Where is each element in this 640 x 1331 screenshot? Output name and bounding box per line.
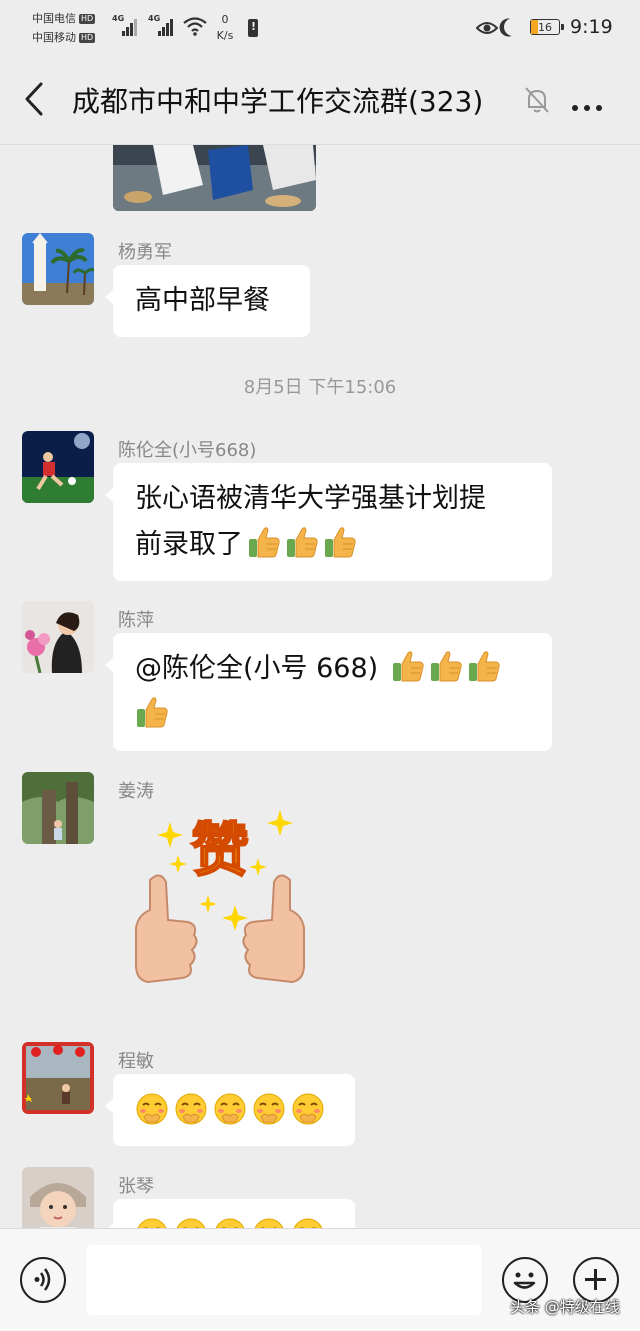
thumbs-up-icon <box>323 525 357 559</box>
thumbs-up-icon <box>391 649 425 683</box>
message-bubble[interactable] <box>105 1199 355 1228</box>
chat-header: 成都市中和中学工作交流群(323) <box>0 56 640 145</box>
signal-icon: 4G <box>148 14 174 36</box>
thumbs-up-icon <box>285 525 319 559</box>
sender-name: 程敏 <box>118 1051 154 1072</box>
face-emoji-icon <box>252 1217 286 1228</box>
face-emoji-icon <box>135 1217 169 1228</box>
wifi-icon <box>183 17 207 36</box>
message-text: 前录取了 <box>135 529 243 560</box>
message-input[interactable] <box>86 1245 482 1315</box>
status-bar: 中国电信HD 中国移动HD 4G 4G 0K/s 16 9:19 <box>0 0 640 56</box>
timestamp: 8月5日 下午15:06 <box>243 377 397 398</box>
photo-message[interactable] <box>113 145 316 211</box>
bell-off-icon <box>525 87 549 113</box>
avatar[interactable] <box>22 233 94 305</box>
chat-title: 成都市中和中学工作交流群(323) <box>72 85 484 118</box>
more-dots-icon[interactable] <box>572 96 608 115</box>
like-sticker[interactable]: 赞 <box>130 810 310 1020</box>
sender-name: 杨勇军 <box>118 242 172 263</box>
sender-name: 姜涛 <box>118 781 154 802</box>
message-text: 高中部早餐 <box>135 285 270 316</box>
watermark: 头条 @特级在线 <box>510 1298 620 1316</box>
message-bubble[interactable] <box>105 1074 355 1146</box>
avatar[interactable] <box>22 772 94 844</box>
message-bubble[interactable]: @陈伦全(小号 668) <box>105 633 552 751</box>
thumbs-up-icon <box>135 695 169 729</box>
face-emoji-icon <box>291 1217 325 1228</box>
message-list[interactable]: 杨勇军 高中部早餐 8月5日 下午15:06 陈伦全(小号668) 张心语被清华… <box>0 145 640 1228</box>
sticker-text: 赞 <box>191 816 249 884</box>
clock: 9:19 <box>570 16 613 38</box>
photo-thumbnail <box>113 145 316 211</box>
sender-name: 陈萍 <box>118 610 154 631</box>
message-bubble[interactable]: 张心语被清华大学强基计划提 前录取了 <box>105 463 552 581</box>
chevron-left-icon[interactable] <box>24 82 44 116</box>
thumbs-up-icon <box>247 525 281 559</box>
face-emoji-icon <box>174 1092 208 1126</box>
face-emoji-icon <box>174 1217 208 1228</box>
sender-name: 张琴 <box>118 1176 154 1197</box>
face-emoji-icon <box>213 1217 247 1228</box>
avatar[interactable] <box>22 431 94 503</box>
eye-icon <box>476 22 498 34</box>
avatar[interactable] <box>22 1042 94 1114</box>
moon-icon <box>501 15 524 38</box>
thumbs-up-icon <box>429 649 463 683</box>
sender-name: 陈伦全(小号668) <box>118 440 257 461</box>
avatar[interactable] <box>22 601 94 673</box>
signal-icon: 4G <box>112 14 138 36</box>
network-speed: 0 K/s <box>216 13 234 42</box>
face-emoji-icon <box>291 1092 325 1126</box>
carrier-2: 中国移动 HD <box>32 31 96 44</box>
avatar[interactable] <box>22 1167 94 1228</box>
alert-icon <box>248 19 258 37</box>
message-bubble[interactable]: 高中部早餐 <box>105 265 310 337</box>
message-text: @陈伦全(小号 668) <box>135 653 387 684</box>
face-emoji-icon <box>135 1092 169 1126</box>
face-emoji-icon <box>213 1092 247 1126</box>
carrier-1: 中国电信 HD <box>32 12 96 25</box>
message-text: 张心语被清华大学强基计划提 <box>135 483 486 514</box>
face-emoji-icon <box>252 1092 286 1126</box>
battery-icon: 16 <box>530 19 564 35</box>
thumbs-up-icon <box>467 649 501 683</box>
voice-icon[interactable] <box>20 1257 66 1303</box>
